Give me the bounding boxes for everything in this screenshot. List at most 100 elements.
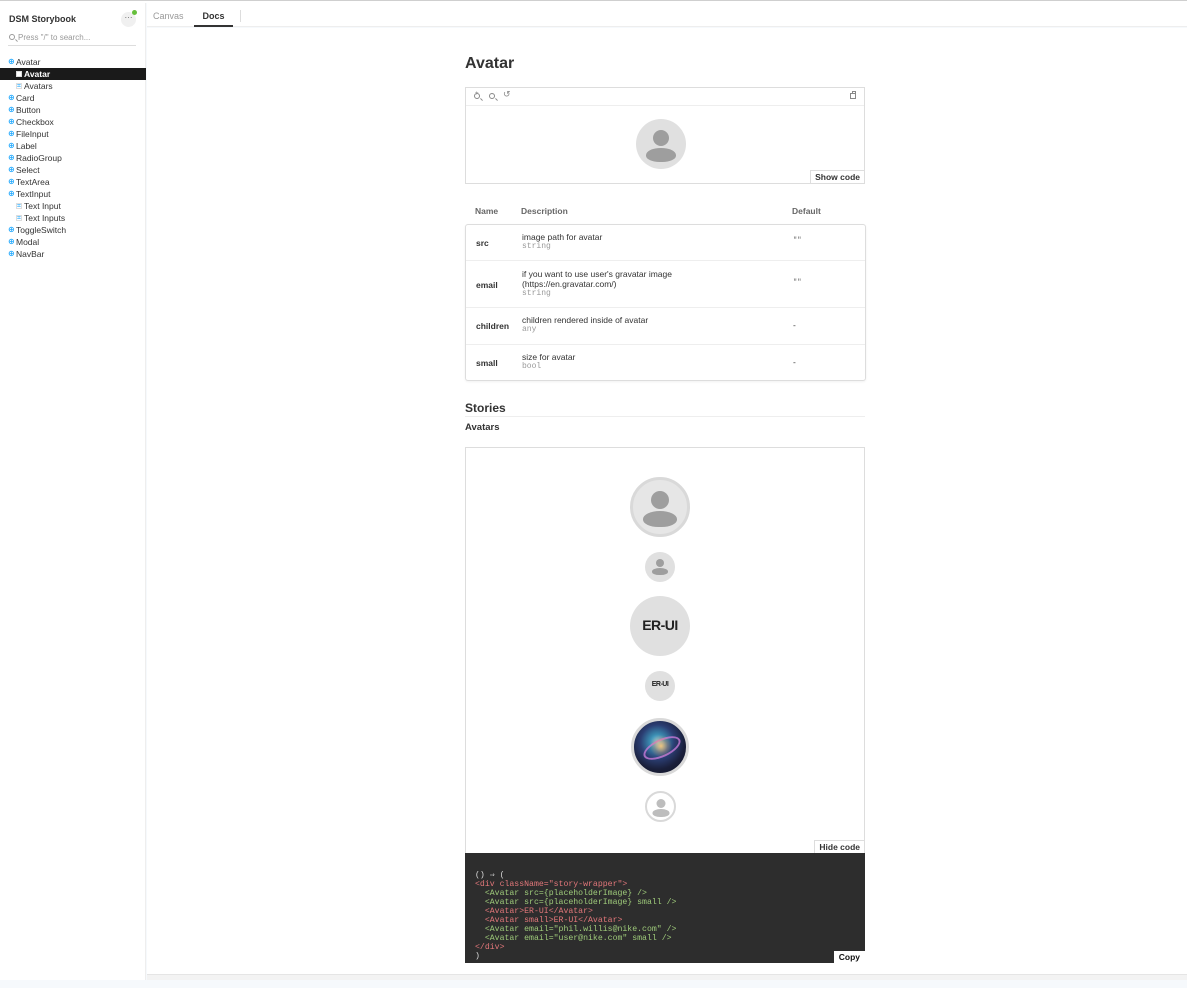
search-box[interactable] (8, 32, 136, 46)
prop-description: children rendered inside of avatar any (522, 315, 762, 335)
sidebar-item-modal[interactable]: ⊕ Modal (0, 236, 146, 248)
sidebar-item-textarea[interactable]: ⊕ TextArea (0, 176, 146, 188)
sidebar-item-label: FileInput (16, 129, 49, 139)
prop-description: size for avatar bool (522, 352, 762, 372)
sidebar: DSM Storybook ··· ⊕ Avatar ⌗ Avatar ⌗ Av… (0, 3, 146, 980)
sidebar-item-label: Modal (16, 237, 40, 247)
zoom-in-icon[interactable] (474, 91, 480, 99)
ellipsis-icon: ··· (124, 13, 133, 22)
table-row: small size for avatar bool - (466, 345, 865, 380)
component-icon: ⊕ (8, 249, 15, 258)
code-line: ) (475, 952, 480, 961)
sidebar-item-card[interactable]: ⊕ Card (0, 92, 146, 104)
component-icon: ⊕ (8, 165, 15, 174)
sidebar-item-fileinput[interactable]: ⊕ FileInput (0, 128, 146, 140)
code-line: <div className="story-wrapper"> (475, 880, 628, 889)
avatar-image (630, 477, 690, 537)
show-code-button[interactable]: Show code (810, 170, 864, 183)
prop-name: email (476, 280, 498, 290)
sidebar-item-checkbox[interactable]: ⊕ Checkbox (0, 116, 146, 128)
code-line: <Avatar src={placeholderImage} /> (475, 889, 647, 898)
table-row: email if you want to use user's gravatar… (466, 261, 865, 308)
zoom-out-icon[interactable] (489, 91, 495, 99)
component-icon: ⊕ (8, 153, 15, 162)
avatar-initials-text: ER-UI (651, 681, 669, 688)
prop-description: if you want to use user's gravatar image… (522, 269, 712, 299)
avatar-initials: ER-UI (630, 596, 690, 656)
prop-name: children (476, 321, 510, 331)
sidebar-item-label-component[interactable]: ⊕ Label (0, 140, 146, 152)
prop-description-text: size for avatar (522, 352, 576, 362)
component-icon: ⊕ (8, 177, 15, 186)
prop-default: - (793, 357, 796, 367)
copy-button[interactable]: Copy (833, 951, 865, 963)
person-icon (653, 130, 669, 146)
props-table-body: src image path for avatar string "" emai… (465, 224, 866, 381)
story-title: Avatars (465, 422, 500, 433)
bottom-edge (147, 974, 1187, 980)
prop-type: bool (522, 362, 542, 371)
sidebar-item-textinput[interactable]: ⊕ TextInput (0, 188, 146, 200)
sidebar-item-navbar[interactable]: ⊕ NavBar (0, 248, 146, 260)
sidebar-item-toggleswitch[interactable]: ⊕ ToggleSwitch (0, 224, 146, 236)
avatar-initials-text: ER-UI (642, 617, 678, 633)
sidebar-item-text-inputs-story[interactable]: ⌗ Text Inputs (0, 212, 146, 224)
code-line: </div> (475, 943, 505, 952)
component-preview: Show code (465, 87, 865, 184)
person-icon (656, 559, 664, 567)
sidebar-item-avatars-story[interactable]: ⌗ Avatars (0, 80, 146, 92)
column-header-name: Name (475, 206, 499, 216)
preview-toolbar (466, 88, 864, 106)
prop-type: string (522, 242, 551, 251)
sidebar-item-label: ToggleSwitch (16, 225, 67, 235)
search-input[interactable] (18, 32, 134, 43)
sidebar-item-label: TextArea (16, 177, 50, 187)
code-line: () ⇒ ( (475, 871, 505, 880)
avatar-initials-small: ER-UI (645, 671, 675, 701)
brand-title[interactable]: DSM Storybook (9, 14, 76, 24)
component-icon: ⊕ (8, 117, 15, 126)
sidebar-item-label: Avatars (24, 81, 53, 91)
hide-code-button[interactable]: Hide code (814, 840, 864, 853)
sidebar-item-label: NavBar (16, 249, 45, 259)
fullscreen-icon[interactable] (850, 91, 856, 99)
sidebar-item-label: Button (16, 105, 41, 115)
prop-type: string (522, 289, 551, 298)
sidebar-item-label: Label (16, 141, 37, 151)
component-icon: ⊕ (8, 225, 15, 234)
menu-button[interactable]: ··· (121, 10, 137, 27)
code-block: () ⇒ (<div className="story-wrapper"> <A… (465, 853, 865, 963)
component-icon: ⊕ (8, 129, 15, 138)
avatar-gravatar-small (645, 791, 676, 822)
sidebar-item-button[interactable]: ⊕ Button (0, 104, 146, 116)
column-header-description: Description (521, 206, 568, 216)
zoom-reset-icon[interactable] (503, 89, 513, 101)
avatar-preview (636, 119, 686, 169)
sidebar-item-avatar[interactable]: ⊕ Avatar (0, 56, 146, 68)
person-icon (656, 799, 665, 808)
person-body (652, 568, 668, 575)
component-icon: ⊕ (8, 189, 15, 198)
prop-description: image path for avatar string (522, 232, 762, 252)
tab-divider (240, 10, 241, 22)
docs-content: Avatar Show code Name Description Defaul… (147, 28, 1187, 974)
avatar-gravatar (631, 718, 689, 776)
status-dot (132, 10, 137, 15)
tab-canvas[interactable]: Canvas (153, 3, 184, 27)
person-body (643, 511, 677, 527)
sidebar-item-label: Text Inputs (24, 213, 66, 223)
sidebar-item-label: TextInput (16, 189, 51, 199)
component-tree: ⊕ Avatar ⌗ Avatar ⌗ Avatars ⊕ Card ⊕ But… (0, 56, 146, 260)
prop-type: any (522, 325, 537, 334)
sidebar-item-avatar-story[interactable]: ⌗ Avatar (0, 68, 146, 80)
sidebar-item-text-input-story[interactable]: ⌗ Text Input (0, 200, 146, 212)
story-canvas: ER-UI ER-UI Hide code (465, 447, 865, 854)
sidebar-item-label: Card (16, 93, 35, 103)
sidebar-item-radiogroup[interactable]: ⊕ RadioGroup (0, 152, 146, 164)
prop-default: "" (793, 279, 802, 287)
prop-description-text: children rendered inside of avatar (522, 315, 649, 325)
sidebar-item-label: Avatar (16, 57, 41, 67)
sidebar-item-select[interactable]: ⊕ Select (0, 164, 146, 176)
prop-name: src (476, 238, 489, 248)
tab-docs[interactable]: Docs (194, 3, 233, 27)
